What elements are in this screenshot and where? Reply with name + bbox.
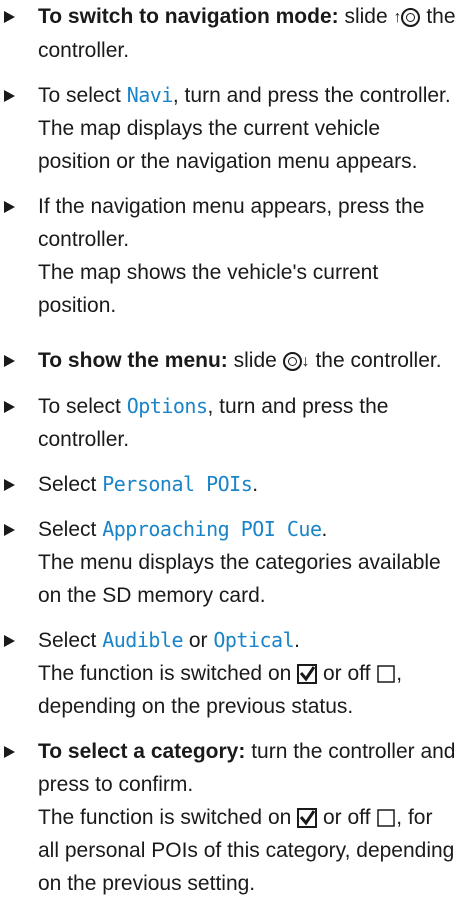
step-switch-navigation: To switch to navigation mode: slide ↑ th… bbox=[0, 0, 458, 67]
menu-item-approaching-poi-cue: Approaching POI Cue bbox=[102, 517, 322, 541]
menu-item-optical: Optical bbox=[213, 628, 295, 652]
menu-item-audible: Audible bbox=[102, 628, 183, 652]
step-show-menu: To show the menu: slide ↓ the controller… bbox=[0, 344, 458, 378]
step-result: The menu displays the categories availab… bbox=[38, 551, 441, 607]
step-select-audible-optical: Select Audible or Optical. The function … bbox=[0, 624, 458, 723]
step-heading: To select a category: bbox=[38, 740, 246, 763]
controller-icon bbox=[401, 8, 421, 27]
triangle-bullet-icon bbox=[4, 401, 15, 413]
step-navigation-menu: If the navigation menu appears, press th… bbox=[0, 190, 458, 322]
step-select-options: To select Options, turn and press the co… bbox=[0, 390, 458, 456]
manual-page: To switch to navigation mode: slide ↑ th… bbox=[0, 0, 472, 900]
step-result: The function is switched on or off , for… bbox=[38, 806, 455, 895]
checkbox-unchecked-icon bbox=[377, 665, 396, 683]
triangle-bullet-icon bbox=[4, 11, 15, 23]
triangle-bullet-icon bbox=[4, 746, 15, 758]
triangle-bullet-icon bbox=[4, 524, 15, 536]
arrow-up-icon: ↑ bbox=[393, 9, 402, 26]
checkbox-checked-icon bbox=[297, 808, 318, 828]
step-select-approaching-poi-cue: Select Approaching POI Cue. The menu dis… bbox=[0, 513, 458, 612]
step-select-category: To select a category: turn the controlle… bbox=[0, 735, 458, 900]
step-heading: To switch to navigation mode: bbox=[38, 5, 339, 28]
step-select-personal-pois: Select Personal POIs. bbox=[0, 468, 458, 501]
step-select-navi: To select Navi, turn and press the contr… bbox=[0, 79, 458, 178]
arrow-down-icon: ↓ bbox=[301, 353, 310, 370]
checkbox-unchecked-icon bbox=[377, 809, 396, 827]
checkbox-checked-icon bbox=[297, 664, 318, 684]
triangle-bullet-icon bbox=[4, 635, 15, 647]
menu-item-options: Options bbox=[126, 394, 208, 418]
step-result: The map displays the current vehicle pos… bbox=[38, 117, 418, 173]
step-result: The map shows the vehicle's current posi… bbox=[38, 261, 379, 317]
triangle-bullet-icon bbox=[4, 201, 15, 213]
menu-item-navi: Navi bbox=[126, 83, 174, 107]
triangle-bullet-icon bbox=[4, 479, 15, 491]
triangle-bullet-icon bbox=[4, 90, 15, 102]
step-result: The function is switched on or off , dep… bbox=[38, 662, 403, 718]
step-heading: To show the menu: bbox=[38, 349, 228, 372]
controller-icon bbox=[282, 352, 302, 371]
triangle-bullet-icon bbox=[4, 355, 15, 367]
menu-item-personal-pois: Personal POIs bbox=[102, 472, 253, 496]
